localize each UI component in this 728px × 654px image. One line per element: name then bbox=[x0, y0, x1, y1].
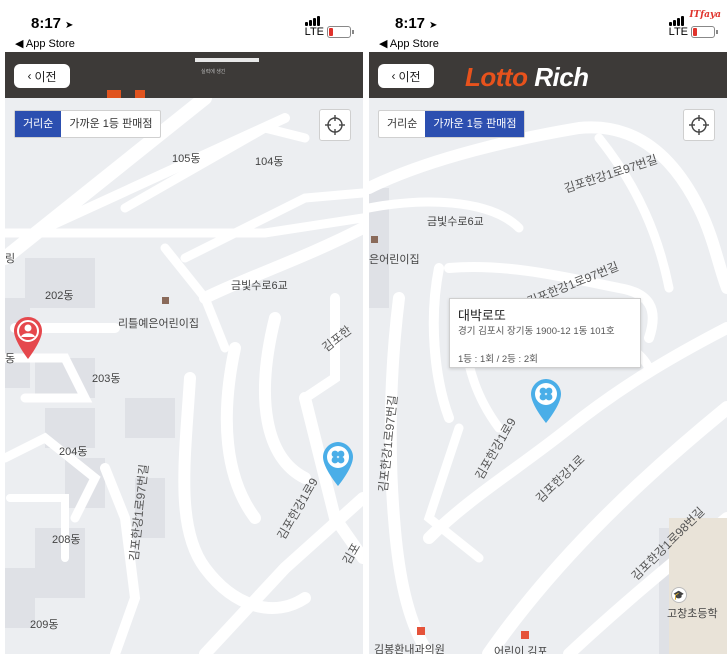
school-icon[interactable]: 🎓 bbox=[671, 587, 687, 603]
poi-label-school: 고창초등학 bbox=[667, 608, 718, 620]
app-header: ‹ 이전 Lotto Rich bbox=[369, 52, 727, 98]
map-background[interactable] bbox=[5, 98, 363, 654]
building-label-209: 209동 bbox=[30, 619, 59, 631]
back-button[interactable]: ‹ 이전 bbox=[378, 64, 434, 88]
battery-icon bbox=[691, 26, 718, 38]
back-button-label: 이전 bbox=[398, 69, 421, 84]
clover-pin-icon[interactable] bbox=[530, 378, 562, 424]
location-arrow-icon: ➤ bbox=[65, 20, 74, 31]
store-address: 경기 김포시 장기동 1900-12 1동 101호 bbox=[458, 326, 615, 337]
location-arrow-icon: ➤ bbox=[429, 20, 438, 31]
back-button[interactable]: ‹ 이전 bbox=[14, 64, 70, 88]
building-label-203: 203동 bbox=[92, 373, 121, 385]
bridge-label: 금빛수로6교 bbox=[231, 280, 288, 292]
tab-nearby-first-prize[interactable]: 가까운 1등 판매점 bbox=[425, 111, 525, 137]
kids-poi-icon[interactable] bbox=[521, 631, 529, 639]
right-phone-screen: 김포한강1로97번길 금빛수로6교 은어린이집 김포한강1로97번길 김포한강1… bbox=[369, 0, 727, 654]
poi-label-kindergarten: 은어린이집 bbox=[369, 254, 420, 266]
logo-word-lotto: Lotto bbox=[465, 62, 528, 92]
map-label-edge: 링 bbox=[5, 253, 16, 265]
building-label-104: 104동 bbox=[255, 156, 284, 168]
store-name: 대박로또 bbox=[458, 308, 506, 323]
watermark: ITfaya bbox=[689, 10, 721, 20]
clover-pin-icon[interactable] bbox=[322, 441, 354, 487]
logo-word-rich: Rich bbox=[534, 62, 589, 92]
logo-subtitle: 실력에 생긴 bbox=[201, 69, 226, 75]
current-location-button[interactable] bbox=[683, 109, 715, 141]
status-bar: 8:17 ➤ ◀ App Store LTE bbox=[5, 0, 363, 52]
poi-label-clinic: 김봉환내과의원 bbox=[374, 644, 445, 654]
sort-segmented-control: 거리순 가까운 1등 판매점 bbox=[14, 110, 162, 138]
bridge-label: 금빛수로6교 bbox=[427, 216, 484, 228]
chevron-left-icon: ‹ bbox=[391, 69, 396, 83]
app-logo: Lotto Rich bbox=[465, 62, 589, 93]
status-bar: 8:17 ➤ ◀ App Store LTE ITfaya bbox=[369, 0, 727, 52]
store-info-popup[interactable]: 대박로또 경기 김포시 장기동 1900-12 1동 101호 1등 : 1회 … bbox=[449, 298, 641, 368]
back-button-label: 이전 bbox=[34, 69, 57, 84]
status-time: 8:17 ➤ bbox=[31, 15, 74, 32]
app-header: ‹ 이전 실력에 생긴 bbox=[5, 52, 363, 98]
store-win-count: 1등 : 1회 / 2등 : 2회 bbox=[458, 354, 538, 365]
tab-nearby-first-prize[interactable]: 가까운 1등 판매점 bbox=[61, 111, 160, 137]
person-location-pin-icon[interactable] bbox=[13, 316, 43, 360]
battery-icon bbox=[327, 26, 354, 38]
kindergarten-poi-icon[interactable] bbox=[371, 236, 378, 243]
map-background[interactable] bbox=[369, 98, 727, 654]
kindergarten-poi-icon[interactable] bbox=[162, 297, 169, 304]
chevron-left-icon: ‹ bbox=[27, 69, 32, 83]
left-phone-screen: 105동 104동 202동 203동 204동 208동 209동 동 링 리… bbox=[5, 0, 363, 654]
clinic-poi-icon[interactable] bbox=[417, 627, 425, 635]
back-to-app-store-link[interactable]: ◀ App Store bbox=[15, 37, 75, 50]
building-label-105: 105동 bbox=[172, 153, 201, 165]
app-logo-scrolled: 실력에 생긴 bbox=[101, 52, 271, 98]
sort-segmented-control: 거리순 가까운 1등 판매점 bbox=[378, 110, 526, 138]
building-label-208: 208동 bbox=[52, 534, 81, 546]
back-to-app-store-link[interactable]: ◀ App Store bbox=[379, 37, 439, 50]
current-location-button[interactable] bbox=[319, 109, 351, 141]
building-label-204: 204동 bbox=[59, 446, 88, 458]
building-label-202: 202동 bbox=[45, 290, 74, 302]
poi-label-kids: 어린이 김포 bbox=[494, 646, 548, 654]
network-type: LTE bbox=[304, 26, 324, 38]
tab-distance[interactable]: 거리순 bbox=[379, 111, 425, 137]
poi-label-kindergarten: 리틀예은어린이집 bbox=[118, 318, 199, 330]
status-time: 8:17 ➤ bbox=[395, 15, 438, 32]
crosshair-icon bbox=[325, 115, 345, 135]
crosshair-icon bbox=[689, 115, 709, 135]
network-type: LTE bbox=[668, 26, 688, 38]
tab-distance[interactable]: 거리순 bbox=[15, 111, 62, 137]
